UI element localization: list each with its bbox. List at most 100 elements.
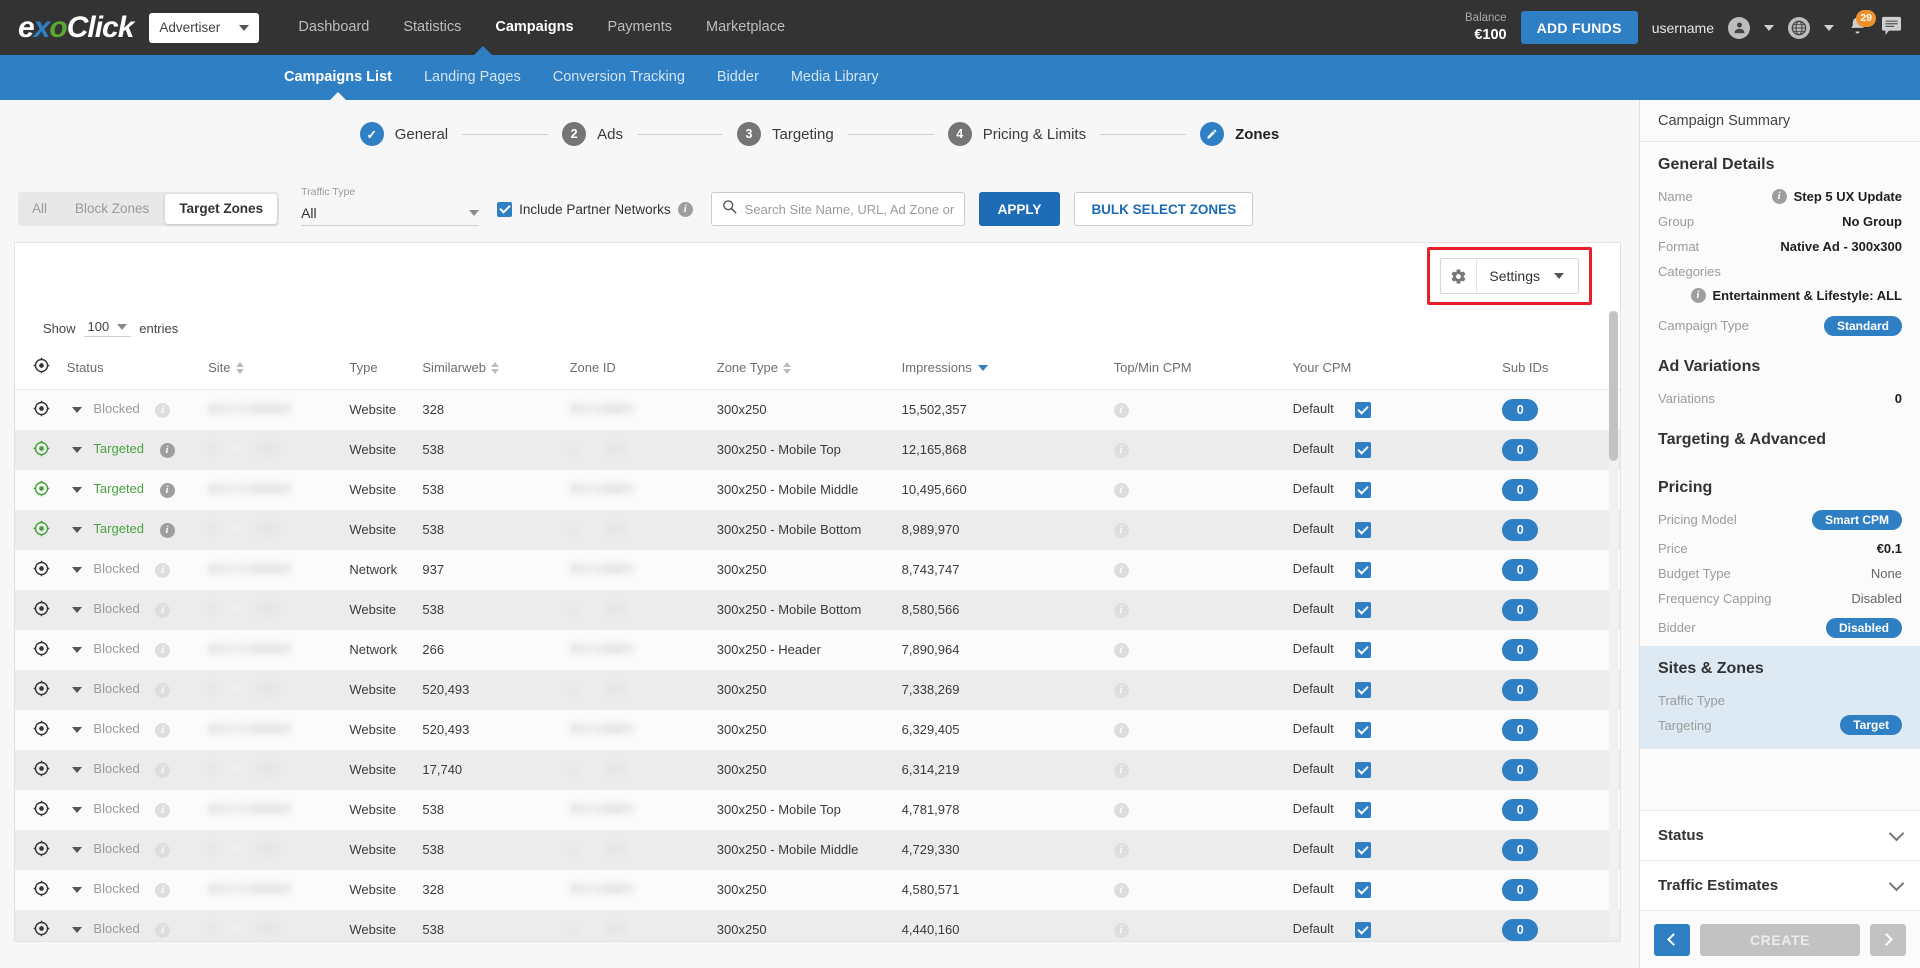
sub-ids-badge[interactable]: 0	[1502, 438, 1539, 461]
cell-target-toggle[interactable]	[15, 870, 67, 910]
table-row[interactable]: Blocked i Website 328 300x250 4,580,571 …	[15, 869, 1620, 910]
previous-step-button[interactable]	[1654, 923, 1690, 956]
role-selector[interactable]: Advertiser	[149, 12, 260, 43]
info-icon[interactable]: i	[1113, 883, 1129, 898]
sub-ids-badge[interactable]: 0	[1502, 478, 1539, 501]
info-icon[interactable]: i	[159, 523, 175, 538]
your-cpm-checkbox[interactable]	[1355, 721, 1372, 738]
subnav-item-bidder[interactable]: Bidder	[701, 55, 775, 100]
col-top-min-cpm[interactable]: Top/Min CPM	[1113, 347, 1293, 390]
col-site[interactable]: Site	[208, 347, 350, 390]
target-zone-icon[interactable]	[33, 440, 50, 460]
block-zone-icon[interactable]	[33, 920, 50, 940]
row-expand-chevron-down-icon[interactable]	[71, 446, 82, 453]
segment-target-zones[interactable]: Target Zones	[165, 194, 278, 224]
subnav-item-landing-pages[interactable]: Landing Pages	[408, 55, 537, 100]
segment-all[interactable]: All	[18, 192, 61, 226]
include-partner-networks-checkbox[interactable]	[497, 201, 513, 217]
table-row[interactable]: Blocked i Website 17,740 300x250 6,314,2…	[15, 749, 1620, 790]
table-row[interactable]: Blocked i Website 538 300x250 - Mobile B…	[15, 589, 1620, 630]
messages-icon[interactable]	[1881, 16, 1902, 40]
info-icon[interactable]: i	[1113, 603, 1129, 618]
table-row[interactable]: Blocked i Network 937 300x250 8,743,747 …	[15, 549, 1620, 590]
block-zone-icon[interactable]	[33, 640, 50, 660]
create-button[interactable]: CREATE	[1700, 923, 1860, 956]
your-cpm-checkbox[interactable]	[1355, 561, 1372, 578]
row-expand-chevron-down-icon[interactable]	[71, 846, 82, 853]
info-icon[interactable]: i	[1113, 523, 1129, 538]
cell-target-toggle[interactable]	[15, 830, 67, 870]
info-icon[interactable]: i	[1113, 643, 1129, 658]
target-zone-icon[interactable]	[33, 520, 50, 540]
step-zones[interactable]: Zones	[1200, 122, 1279, 146]
info-icon[interactable]: i	[1690, 288, 1706, 303]
info-icon[interactable]: i	[1113, 443, 1129, 458]
cell-target-toggle[interactable]	[15, 910, 67, 942]
col-impressions[interactable]: Impressions	[901, 347, 1114, 390]
your-cpm-checkbox[interactable]	[1355, 441, 1372, 458]
your-cpm-checkbox[interactable]	[1355, 761, 1372, 778]
block-zone-icon[interactable]	[33, 720, 50, 740]
language-globe-icon[interactable]	[1788, 16, 1810, 39]
table-row[interactable]: Targeted i Website 538 300x250 - Mobile …	[15, 509, 1620, 550]
table-row[interactable]: Blocked i Website 538 300x250 - Mobile M…	[15, 829, 1620, 870]
sub-ids-badge[interactable]: 0	[1502, 718, 1539, 741]
info-icon[interactable]: i	[155, 603, 171, 618]
apply-button[interactable]: APPLY	[978, 192, 1061, 226]
col-status[interactable]: Status	[66, 347, 209, 390]
sub-ids-badge[interactable]: 0	[1502, 398, 1539, 421]
language-menu-chevron-down-icon[interactable]	[1824, 24, 1834, 31]
your-cpm-checkbox[interactable]	[1355, 481, 1372, 498]
info-icon[interactable]: i	[159, 483, 175, 498]
info-icon[interactable]: i	[1113, 843, 1129, 858]
table-row[interactable]: Blocked i Website 520,493 300x250 6,329,…	[15, 709, 1620, 750]
target-zone-icon[interactable]	[33, 480, 50, 500]
subnav-item-conversion-tracking[interactable]: Conversion Tracking	[537, 55, 701, 100]
add-funds-button[interactable]: ADD FUNDS	[1520, 11, 1638, 44]
your-cpm-checkbox[interactable]	[1355, 921, 1372, 938]
block-zone-icon[interactable]	[33, 600, 50, 620]
cell-target-toggle[interactable]	[15, 430, 67, 470]
cell-target-toggle[interactable]	[15, 390, 67, 430]
info-icon[interactable]: i	[155, 683, 171, 698]
table-row[interactable]: Targeted i Website 538 300x250 - Mobile …	[15, 469, 1620, 510]
cell-target-toggle[interactable]	[15, 750, 67, 790]
block-zone-icon[interactable]	[33, 760, 50, 780]
scrollbar-thumb[interactable]	[1609, 311, 1618, 461]
bulk-select-zones-button[interactable]: BULK SELECT ZONES	[1074, 192, 1254, 226]
status-collapse-section[interactable]: Status	[1640, 810, 1920, 860]
block-zone-icon[interactable]	[33, 840, 50, 860]
info-icon[interactable]: i	[677, 201, 693, 217]
your-cpm-checkbox[interactable]	[1355, 402, 1372, 419]
row-expand-chevron-down-icon[interactable]	[71, 526, 82, 533]
table-row[interactable]: Targeted i Website 538 300x250 - Mobile …	[15, 429, 1620, 470]
info-icon[interactable]: i	[155, 563, 171, 578]
nav-item-statistics[interactable]: Statistics	[386, 0, 478, 55]
step-pricing-limits[interactable]: 4 Pricing & Limits	[947, 122, 1086, 146]
row-expand-chevron-down-icon[interactable]	[71, 766, 82, 773]
your-cpm-checkbox[interactable]	[1355, 601, 1372, 618]
block-zone-icon[interactable]	[33, 680, 50, 700]
row-expand-chevron-down-icon[interactable]	[71, 806, 82, 813]
search-box[interactable]	[710, 192, 965, 226]
segment-block-zones[interactable]: Block Zones	[61, 192, 163, 226]
sub-ids-badge[interactable]: 0	[1502, 918, 1539, 941]
row-expand-chevron-down-icon[interactable]	[71, 686, 82, 693]
info-icon[interactable]: i	[1771, 189, 1787, 204]
block-zone-icon[interactable]	[33, 800, 50, 820]
sub-ids-badge[interactable]: 0	[1502, 878, 1539, 901]
sub-ids-badge[interactable]: 0	[1502, 798, 1539, 821]
your-cpm-checkbox[interactable]	[1355, 801, 1372, 818]
sub-ids-badge[interactable]: 0	[1502, 558, 1539, 581]
row-expand-chevron-down-icon[interactable]	[71, 886, 82, 893]
nav-item-marketplace[interactable]: Marketplace	[689, 0, 802, 55]
info-icon[interactable]: i	[155, 403, 171, 419]
info-icon[interactable]: i	[155, 923, 171, 938]
row-expand-chevron-down-icon[interactable]	[71, 726, 82, 733]
info-icon[interactable]: i	[155, 883, 171, 898]
sub-ids-badge[interactable]: 0	[1502, 758, 1539, 781]
info-icon[interactable]: i	[159, 443, 175, 458]
block-zone-icon[interactable]	[33, 880, 50, 900]
sub-ids-badge[interactable]: 0	[1502, 838, 1539, 861]
your-cpm-checkbox[interactable]	[1355, 841, 1372, 858]
